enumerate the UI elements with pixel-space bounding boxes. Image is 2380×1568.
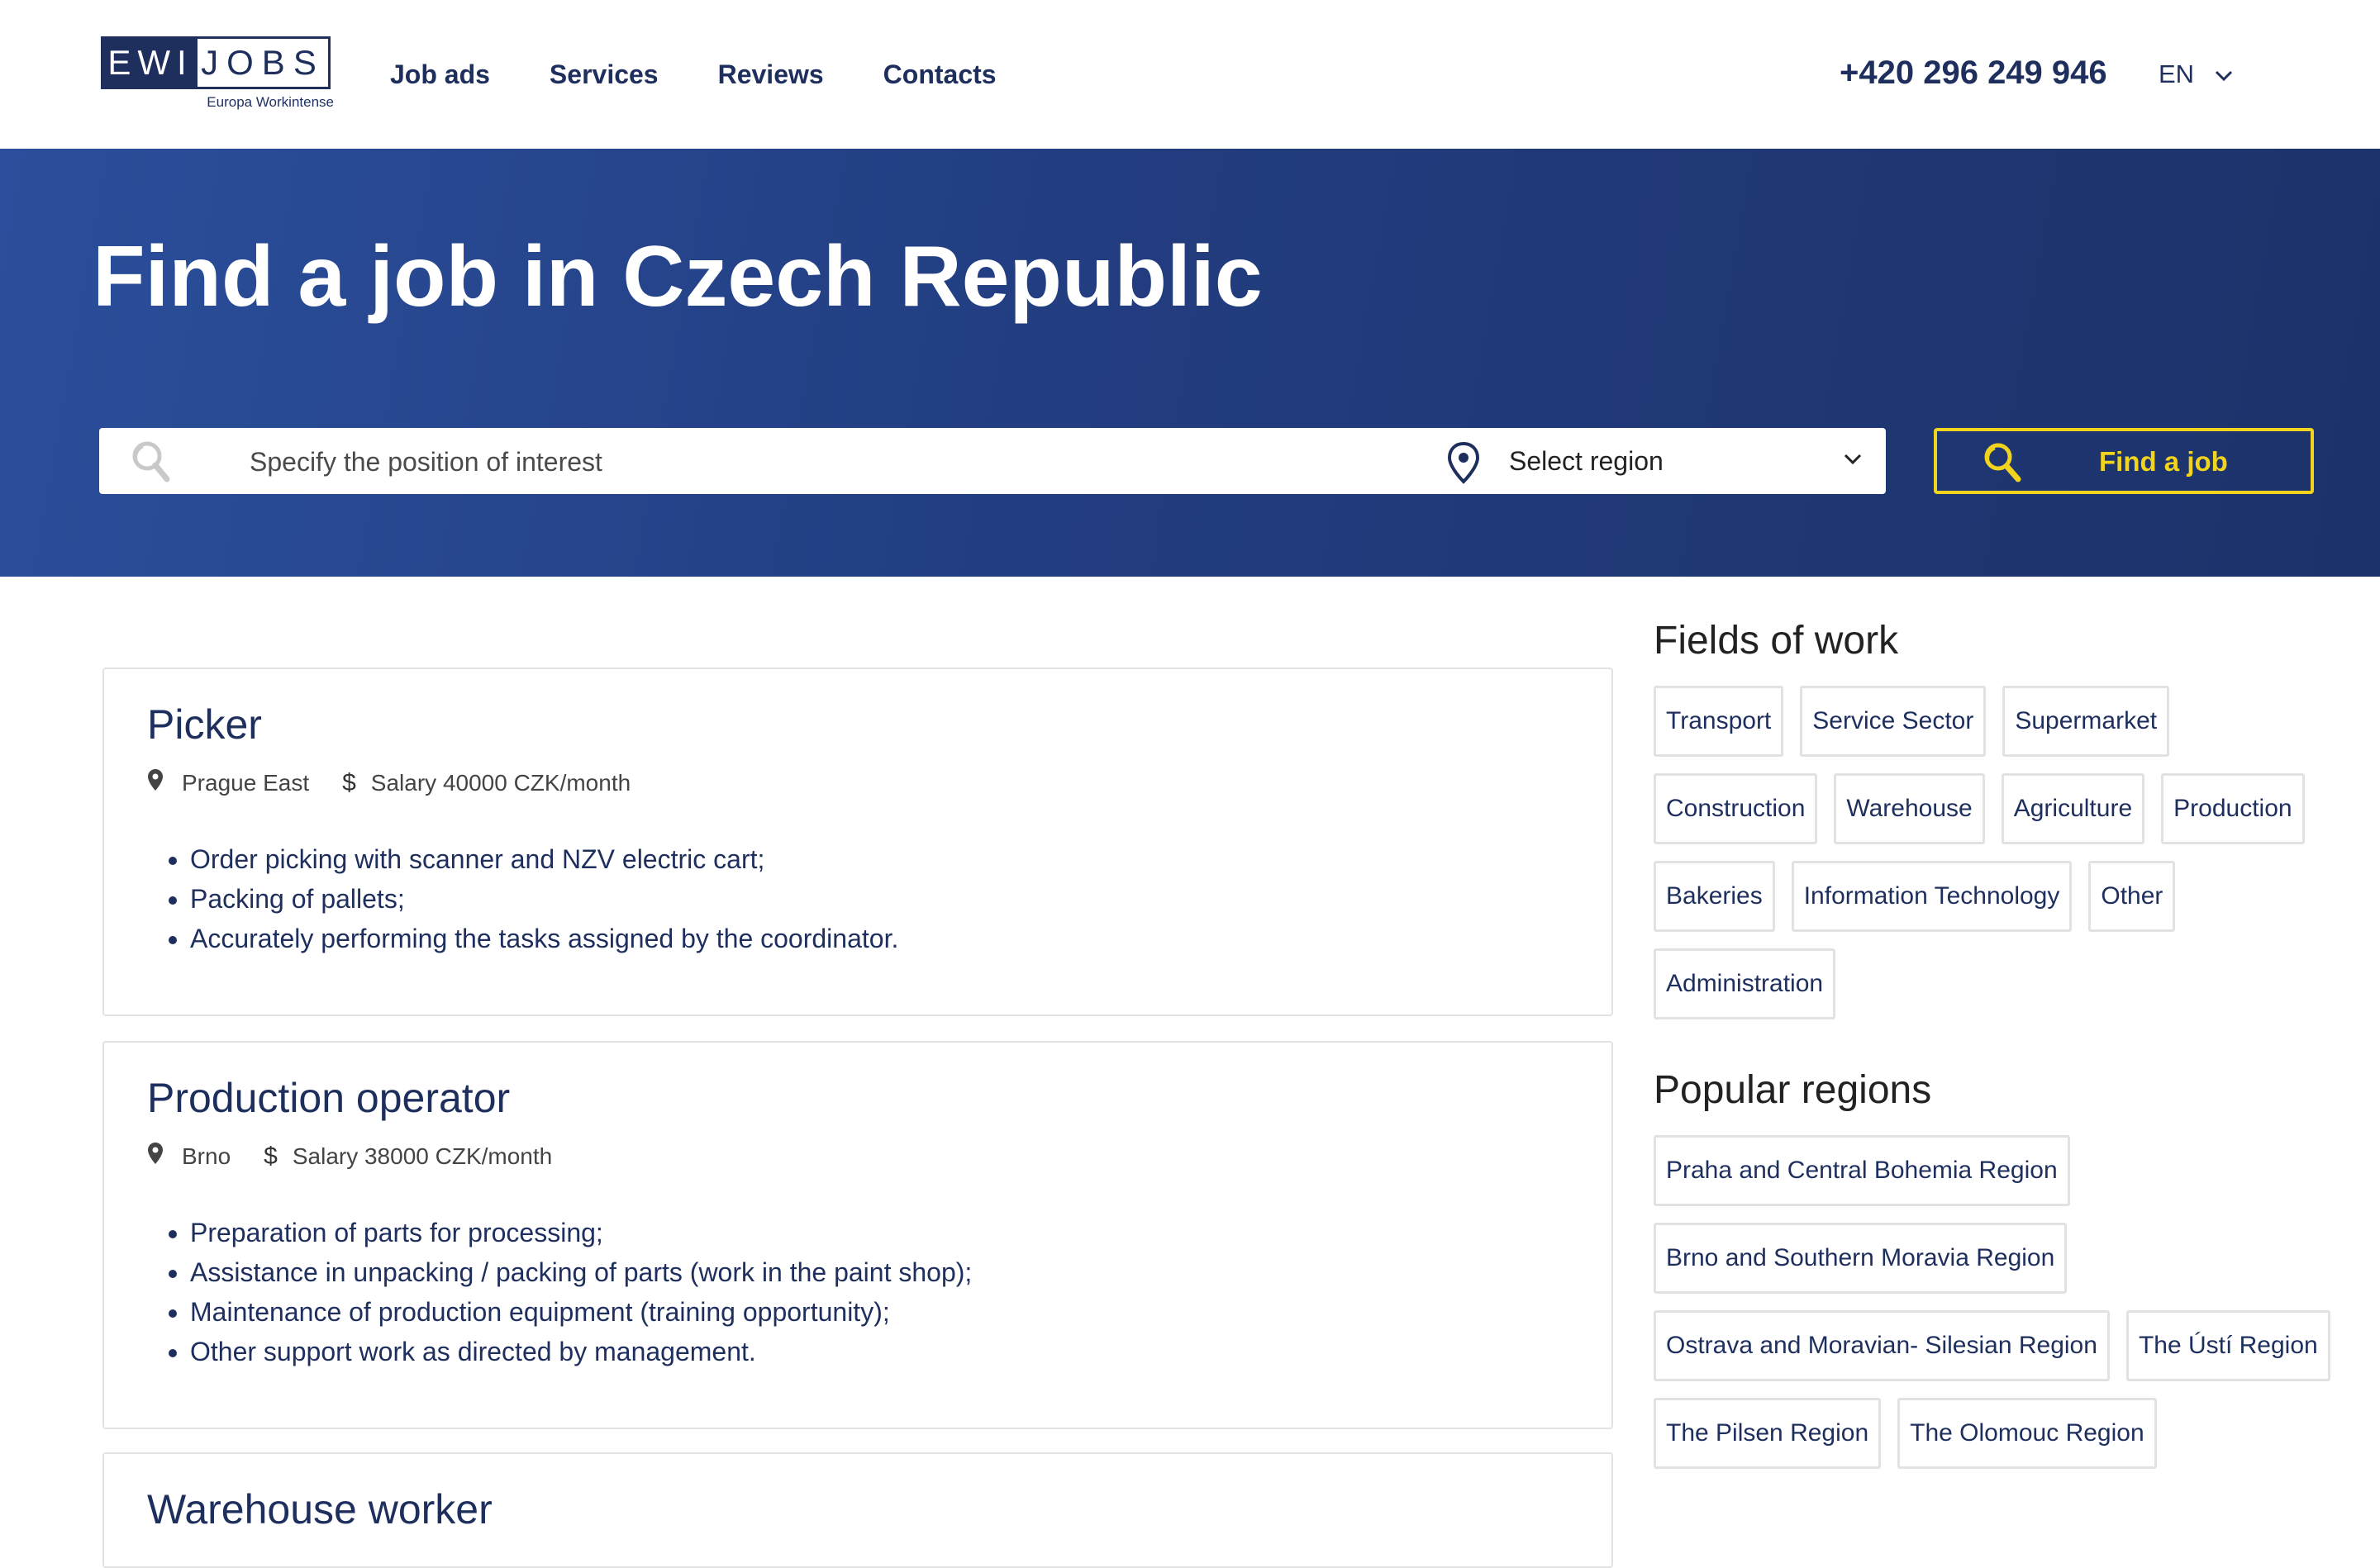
nav-job-ads[interactable]: Job ads xyxy=(390,59,490,90)
find-job-label: Find a job xyxy=(2099,446,2228,477)
region-tag-olomouc[interactable]: The Olomouc Region xyxy=(1897,1398,2157,1469)
field-tag-transport[interactable]: Transport xyxy=(1654,686,1784,757)
main-nav: Job ads Services Reviews Contacts xyxy=(390,0,997,149)
list-item: Packing of pallets; xyxy=(190,879,898,919)
page-title: Find a job in Czech Republic xyxy=(93,229,1263,325)
dollar-icon: $ xyxy=(342,768,356,796)
list-item: Other support work as directed by manage… xyxy=(190,1332,972,1371)
nav-services[interactable]: Services xyxy=(550,59,659,90)
chevron-down-icon xyxy=(2214,59,2234,89)
phone-number[interactable]: +420 296 249 946 xyxy=(1840,55,2107,92)
job-duties: Order picking with scanner and NZV elect… xyxy=(157,839,898,958)
region-tag-ostrava[interactable]: Ostrava and Moravian- Silesian Region xyxy=(1654,1310,2110,1381)
job-salary: Salary 38000 CZK/month xyxy=(292,1143,553,1169)
field-tag-service-sector[interactable]: Service Sector xyxy=(1800,686,1987,757)
location-pin-icon xyxy=(147,1142,164,1171)
popular-regions-heading: Popular regions xyxy=(1654,1068,1932,1112)
field-tag-information-technology[interactable]: Information Technology xyxy=(1791,861,2073,932)
field-tag-bakeries[interactable]: Bakeries xyxy=(1654,861,1775,932)
logo-ewi-text: EWI xyxy=(103,39,198,87)
list-item: Preparation of parts for processing; xyxy=(190,1213,972,1252)
location-pin-icon xyxy=(147,768,164,797)
hero-banner: Find a job in Czech Republic Select regi… xyxy=(0,149,2380,577)
list-item: Order picking with scanner and NZV elect… xyxy=(190,839,898,879)
field-tag-administration[interactable]: Administration xyxy=(1654,948,1836,1019)
job-duties: Preparation of parts for processing; Ass… xyxy=(157,1213,972,1371)
logo-jobs-text: JOBS xyxy=(201,43,325,82)
field-tag-warehouse[interactable]: Warehouse xyxy=(1834,773,1985,844)
logo-subtitle: Europa Workintense xyxy=(207,94,334,110)
region-select-label: Select region xyxy=(1509,445,1664,476)
region-tag-praha[interactable]: Praha and Central Bohemia Region xyxy=(1654,1135,2070,1206)
search-icon xyxy=(1973,440,2026,492)
ewi-jobs-logo[interactable]: EWI JOBS Europa Workintense xyxy=(101,36,334,112)
search-bar: Select region xyxy=(99,428,1886,496)
list-item: Maintenance of production equipment (tra… xyxy=(190,1292,972,1332)
job-salary: Salary 40000 CZK/month xyxy=(370,769,631,796)
job-title[interactable]: Picker xyxy=(147,701,262,748)
region-tag-brno[interactable]: Brno and Southern Moravia Region xyxy=(1654,1223,2068,1294)
field-tag-supermarket[interactable]: Supermarket xyxy=(2002,686,2170,757)
field-tag-other[interactable]: Other xyxy=(2088,861,2176,932)
fields-of-work-heading: Fields of work xyxy=(1654,619,1899,663)
region-select[interactable]: Select region xyxy=(1446,428,1886,494)
job-title[interactable]: Warehouse worker xyxy=(147,1485,493,1533)
site-header: EWI JOBS Europa Workintense Job ads Serv… xyxy=(0,0,2380,149)
nav-contacts[interactable]: Contacts xyxy=(883,59,997,90)
job-location: Prague East xyxy=(182,769,310,796)
job-meta: Brno $ Salary 38000 CZK/month xyxy=(147,1142,552,1171)
chevron-down-icon xyxy=(1843,453,1863,470)
location-pin-icon xyxy=(1446,441,1481,488)
logo-box: EWI JOBS xyxy=(101,36,331,89)
language-label: EN xyxy=(2159,59,2195,88)
find-job-button[interactable]: Find a job xyxy=(1934,428,2314,494)
dollar-icon: $ xyxy=(264,1142,278,1170)
job-location: Brno xyxy=(182,1143,231,1169)
field-tag-construction[interactable]: Construction xyxy=(1654,773,1818,844)
search-icon xyxy=(119,438,172,490)
field-tag-agriculture[interactable]: Agriculture xyxy=(2001,773,2145,844)
region-tag-usti[interactable]: The Ústí Region xyxy=(2125,1310,2330,1381)
nav-reviews[interactable]: Reviews xyxy=(718,59,824,90)
list-item: Assistance in unpacking / packing of par… xyxy=(190,1252,972,1292)
language-selector[interactable]: EN xyxy=(2159,59,2234,89)
fields-of-work-tags: Transport Service Sector Supermarket Con… xyxy=(1654,686,2331,1019)
job-card[interactable]: Production operator Brno $ Salary 38000 … xyxy=(102,1041,1613,1429)
region-tag-pilsen[interactable]: The Pilsen Region xyxy=(1654,1398,1882,1469)
list-item: Accurately performing the tasks assigned… xyxy=(190,919,898,958)
field-tag-production[interactable]: Production xyxy=(2161,773,2305,844)
position-search-input[interactable] xyxy=(248,428,1408,496)
job-meta: Prague East $ Salary 40000 CZK/month xyxy=(147,768,631,797)
job-card[interactable]: Warehouse worker xyxy=(102,1452,1613,1568)
popular-regions-tags: Praha and Central Bohemia Region Brno an… xyxy=(1654,1135,2331,1469)
job-card[interactable]: Picker Prague East $ Salary 40000 CZK/mo… xyxy=(102,668,1613,1016)
job-title[interactable]: Production operator xyxy=(147,1074,510,1122)
